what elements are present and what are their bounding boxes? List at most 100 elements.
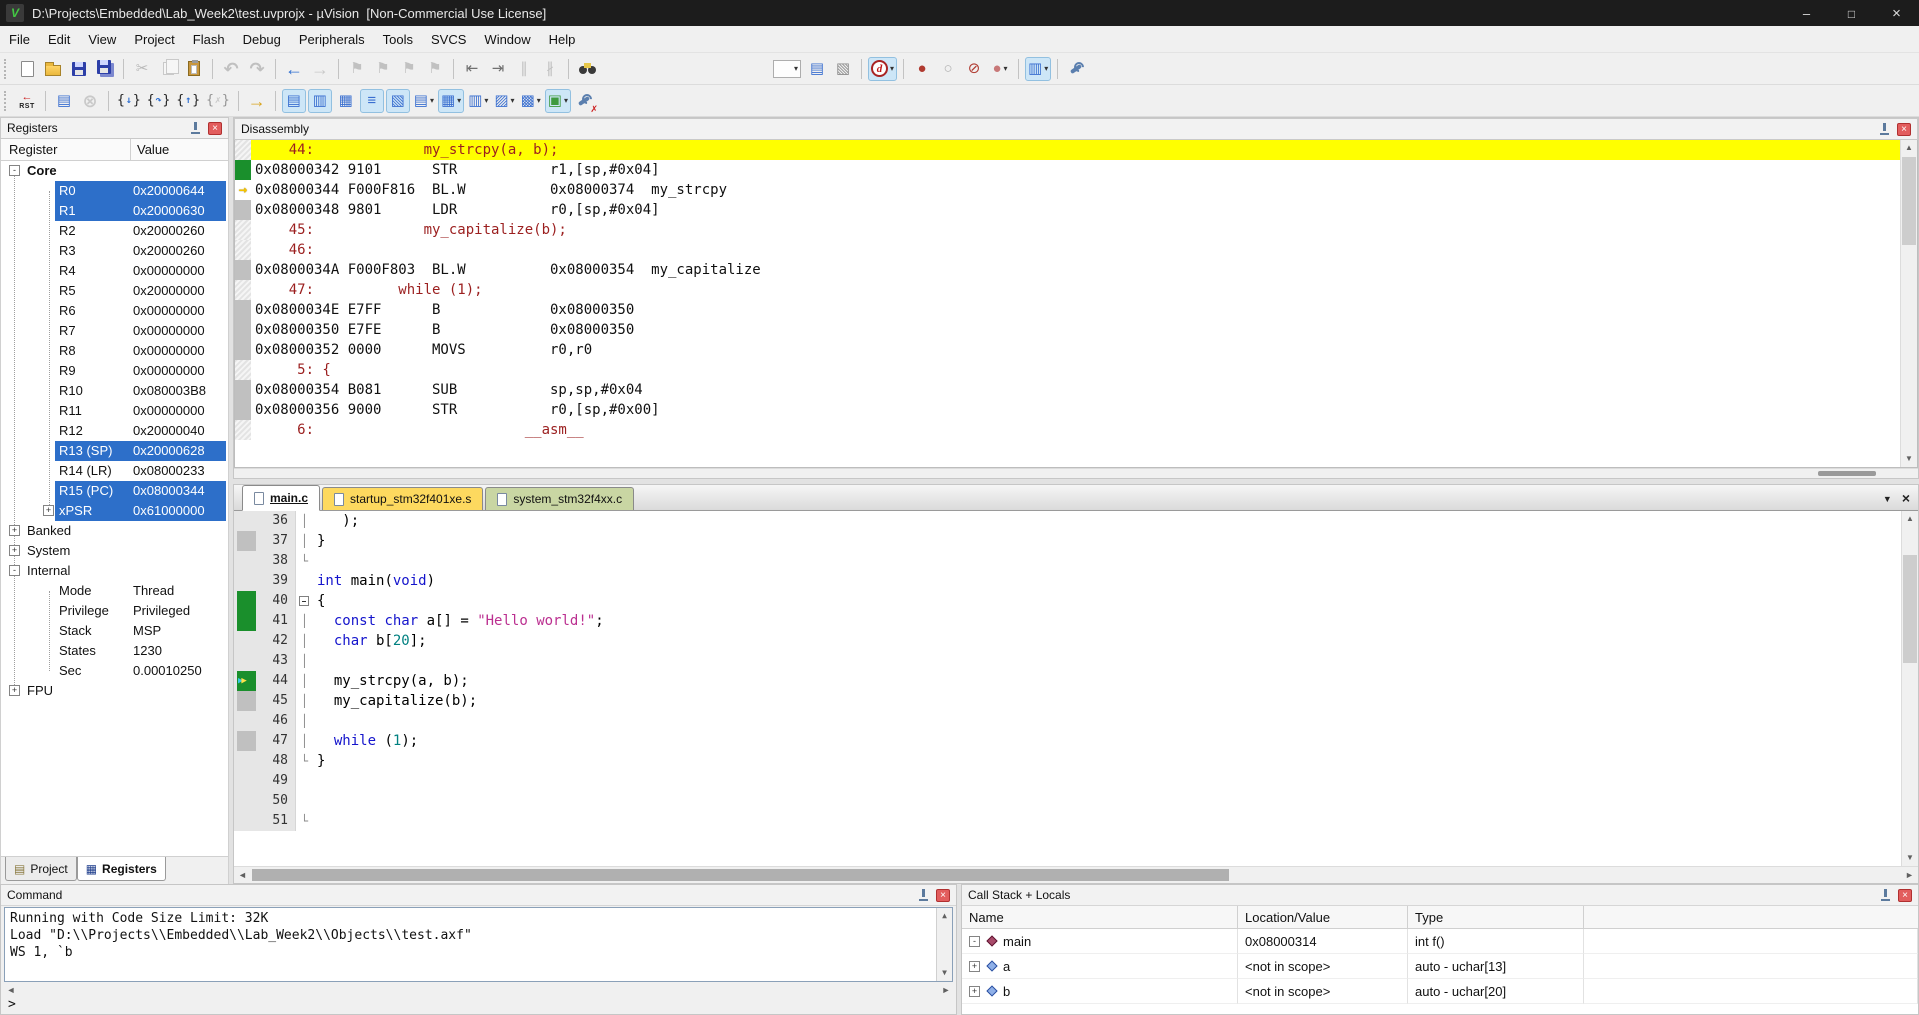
next-bookmark-button[interactable]: ⚑	[397, 57, 421, 81]
find-text-combobox[interactable]: ▾	[773, 60, 801, 78]
value-column-header[interactable]: Value	[131, 142, 228, 157]
disassembly-marker[interactable]	[235, 240, 251, 260]
editor-hscrollbar[interactable]	[234, 866, 1918, 883]
breakpoint-gutter[interactable]: ▶▶	[234, 671, 260, 691]
callstack-row[interactable]: +b<not in scope>auto - uchar[20]	[962, 979, 1918, 1004]
command-input[interactable]: >	[1, 997, 956, 1014]
scroll-thumb[interactable]	[1818, 471, 1876, 476]
register-column-header[interactable]: Register	[1, 139, 131, 160]
editor-line[interactable]: 45│ my_capitalize(b);	[234, 691, 1901, 711]
menu-item-debug[interactable]: Debug	[234, 26, 290, 52]
menu-item-project[interactable]: Project	[125, 26, 183, 52]
breakpoint-gutter[interactable]	[234, 711, 260, 731]
breakpoint-gutter[interactable]	[234, 631, 260, 651]
find-in-files-button[interactable]	[575, 57, 599, 81]
editor-line[interactable]: 36│ );	[234, 511, 1901, 531]
pin-icon[interactable]	[1880, 889, 1891, 901]
registers-window-button[interactable]: ≡	[360, 89, 384, 113]
memory-windows-button[interactable]: ▦▾	[438, 89, 464, 113]
step-into-button[interactable]: {↓}	[115, 89, 143, 113]
register-row[interactable]: R30x20000260	[1, 241, 228, 261]
disassembly-line[interactable]: 47: while (1);	[235, 280, 1900, 300]
type-column-header[interactable]: Type	[1408, 906, 1584, 928]
scroll-right-icon[interactable]	[1901, 867, 1918, 883]
configure-target-button[interactable]	[1064, 57, 1088, 81]
register-row[interactable]: R110x00000000	[1, 401, 228, 421]
scroll-up-icon[interactable]	[937, 908, 952, 924]
disassembly-line[interactable]: 5: {	[235, 360, 1900, 380]
comment-selection-button[interactable]: ∥	[512, 57, 536, 81]
breakpoint-gutter[interactable]	[234, 811, 260, 831]
command-output[interactable]: Running with Code Size Limit: 32KLoad "D…	[4, 907, 953, 982]
breakpoint-gutter[interactable]	[234, 751, 260, 771]
scroll-up-icon[interactable]	[1902, 511, 1918, 527]
scroll-up-icon[interactable]	[1901, 140, 1917, 156]
pin-icon[interactable]	[190, 122, 201, 134]
disassembly-marker[interactable]	[235, 340, 251, 360]
previous-bookmark-button[interactable]: ⚑	[371, 57, 395, 81]
menu-item-help[interactable]: Help	[540, 26, 585, 52]
register-row[interactable]: States1230	[1, 641, 228, 661]
scroll-thumb[interactable]	[252, 869, 1229, 881]
paste-button[interactable]	[182, 57, 206, 81]
tab-project[interactable]: ▤Project	[5, 857, 77, 881]
panel-close-icon[interactable]	[1897, 123, 1911, 136]
register-row[interactable]: PrivilegePrivileged	[1, 601, 228, 621]
disassembly-marker[interactable]	[235, 360, 251, 380]
disassembly-line[interactable]: 0x08000352 0000 MOVS r0,r0	[235, 340, 1900, 360]
memory-windows-dropdown-icon[interactable]: ▾	[457, 96, 461, 105]
start-stop-debug-dropdown-icon[interactable]: ▾	[890, 64, 894, 73]
callstack-row[interactable]: +a<not in scope>auto - uchar[13]	[962, 954, 1918, 979]
register-row[interactable]: R20x20000260	[1, 221, 228, 241]
scroll-thumb[interactable]	[1902, 157, 1916, 245]
breakpoint-gutter[interactable]	[234, 531, 260, 551]
expand-toggle[interactable]: +	[969, 961, 980, 972]
disassembly-vscrollbar[interactable]	[1900, 140, 1917, 467]
serial-windows-button[interactable]: ▥▾	[466, 89, 490, 113]
breakpoint-gutter[interactable]	[234, 651, 260, 671]
editor-line[interactable]: ▶▶44│ my_strcpy(a, b);	[234, 671, 1901, 691]
trace-windows-dropdown-icon[interactable]: ▾	[537, 96, 541, 105]
copy-button[interactable]	[156, 57, 180, 81]
maximize-button[interactable]	[1829, 0, 1874, 26]
analysis-windows-button[interactable]: ▨▾	[492, 89, 516, 113]
cut-button[interactable]: ✂	[130, 57, 154, 81]
breakpoint-options-dropdown-icon[interactable]: ▾	[1004, 64, 1008, 73]
disassembly-marker[interactable]	[235, 420, 251, 440]
command-window-button[interactable]: ▤	[282, 89, 306, 113]
disassembly-line[interactable]: 0x08000342 9101 STR r1,[sp,#0x04]	[235, 160, 1900, 180]
show-next-statement-button[interactable]: ▤	[52, 89, 76, 113]
navigate-forward-button[interactable]: →	[308, 57, 332, 81]
breakpoint-gutter[interactable]	[234, 591, 260, 611]
expand-toggle[interactable]: -	[9, 165, 20, 176]
indent-left-button[interactable]: ⇤	[460, 57, 484, 81]
menu-item-svcs[interactable]: SVCS	[422, 26, 475, 52]
scroll-down-icon[interactable]	[1901, 451, 1917, 467]
scroll-down-icon[interactable]	[1902, 850, 1918, 866]
symbol-window-button[interactable]: ▦	[334, 89, 358, 113]
breakpoint-options-button[interactable]: ●▾	[988, 57, 1012, 81]
name-column-header[interactable]: Name	[962, 906, 1238, 928]
disassembly-marker[interactable]	[235, 300, 251, 320]
run-button[interactable]: →	[245, 89, 269, 113]
save-all-button[interactable]	[93, 57, 117, 81]
expand-toggle[interactable]: +	[43, 505, 54, 516]
editor-line[interactable]: 46│	[234, 711, 1901, 731]
disassembly-marker[interactable]	[235, 220, 251, 240]
scroll-left-icon[interactable]	[4, 983, 18, 997]
scroll-down-icon[interactable]	[937, 965, 952, 981]
editor-line[interactable]: 41│ const char a[] = "Hello world!";	[234, 611, 1901, 631]
panel-close-icon[interactable]	[208, 122, 222, 135]
disassembly-line[interactable]: 44: my_strcpy(a, b);	[235, 140, 1900, 160]
menu-item-flash[interactable]: Flash	[184, 26, 234, 52]
editor-line[interactable]: 40{	[234, 591, 1901, 611]
kill-all-breakpoints-button[interactable]: ⊘	[962, 57, 986, 81]
disassembly-line[interactable]: 0x08000348 9801 LDR r0,[sp,#0x04]	[235, 200, 1900, 220]
editor-line[interactable]: 47│ while (1);	[234, 731, 1901, 751]
editor-line[interactable]: 48└}	[234, 751, 1901, 771]
watch-windows-button[interactable]: ▤▾	[412, 89, 436, 113]
system-viewer-windows-dropdown-icon[interactable]: ▾	[564, 96, 568, 105]
window-layouts-dropdown-icon[interactable]: ▾	[1044, 64, 1048, 73]
register-row[interactable]: R40x00000000	[1, 261, 228, 281]
breakpoint-gutter[interactable]	[234, 731, 260, 751]
